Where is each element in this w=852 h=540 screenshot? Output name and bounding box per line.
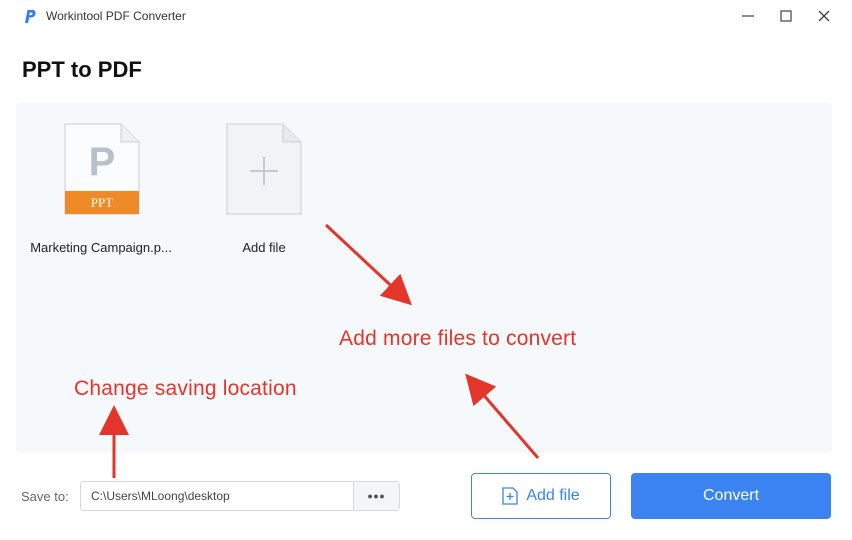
page-title: PPT to PDF bbox=[22, 57, 142, 82]
close-icon bbox=[818, 10, 830, 22]
maximize-button[interactable] bbox=[774, 4, 798, 28]
title-bar: Workintool PDF Converter bbox=[0, 0, 852, 33]
app-title: Workintool PDF Converter bbox=[46, 9, 186, 23]
svg-text:PPT: PPT bbox=[91, 195, 113, 210]
close-button[interactable] bbox=[812, 4, 836, 28]
add-file-button-label: Add file bbox=[526, 487, 580, 504]
browse-button[interactable]: ••• bbox=[353, 482, 399, 510]
save-path-box: ••• bbox=[80, 481, 400, 511]
convert-button[interactable]: Convert bbox=[631, 473, 831, 519]
add-file-tile-label: Add file bbox=[242, 240, 286, 255]
maximize-icon bbox=[780, 10, 792, 22]
add-file-button[interactable]: Add file bbox=[471, 473, 611, 519]
file-name: Marketing Campaign.p... bbox=[30, 240, 172, 255]
ppt-file-icon: P PPT bbox=[64, 123, 140, 215]
svg-text:P: P bbox=[89, 140, 116, 184]
add-file-small-icon bbox=[502, 487, 518, 505]
add-file-icon bbox=[226, 123, 302, 215]
save-path-input[interactable] bbox=[81, 482, 354, 510]
minimize-button[interactable] bbox=[736, 4, 760, 28]
annotation-add-more: Add more files to convert bbox=[339, 327, 577, 350]
save-to-label: Save to: bbox=[21, 489, 69, 504]
app-logo-icon bbox=[25, 10, 36, 23]
annotation-change-location: Change saving location bbox=[74, 377, 297, 400]
minimize-icon bbox=[742, 15, 754, 17]
